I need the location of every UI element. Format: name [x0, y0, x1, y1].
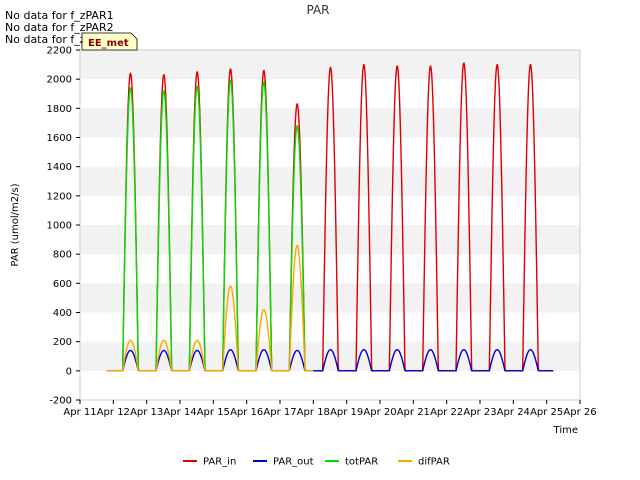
x-tick-label: Apr 24 [497, 407, 530, 418]
legend: PAR_in PAR_out totPAR difPAR [183, 457, 450, 468]
plot-band [80, 137, 580, 167]
legend-label: PAR_out [273, 457, 314, 468]
x-tick-label: Apr 25 [530, 407, 563, 418]
plot-band [80, 254, 580, 284]
y-tick-label: 200 [53, 337, 72, 348]
x-tick-label: Apr 13 [130, 407, 163, 418]
y-tick-label: 600 [53, 279, 72, 290]
y-tick-label: 1600 [47, 133, 72, 144]
plot-band [80, 108, 580, 138]
par-chart: PAR -200 0 200 400 600 800 1000 1200 1400 1600 180… [10, 3, 597, 468]
x-axis-title: Time [553, 425, 578, 436]
y-tick-label: 2200 [47, 46, 72, 57]
y-tick-label: 2000 [47, 75, 72, 86]
x-tick-label: Apr 14 [163, 407, 196, 418]
x-axis-ticks: Apr 11 Apr 12 Apr 13 Apr 14 Apr 15 Apr 16 Apr … [63, 400, 597, 418]
y-tick-label: -200 [49, 396, 72, 407]
site-badge: EE_met [81, 32, 138, 51]
y-tick-label: 800 [53, 250, 72, 261]
site-badge-label: EE_met [88, 38, 129, 49]
plot-band [80, 225, 580, 255]
plot-band [80, 166, 580, 196]
chart-title: PAR [306, 3, 329, 17]
y-tick-label: 400 [53, 308, 72, 319]
x-tick-label: Apr 17 [263, 407, 296, 418]
y-axis-title: PAR (umol/m2/s) [10, 183, 21, 266]
x-tick-label: Apr 21 [397, 407, 430, 418]
y-tick-label: 1000 [47, 221, 72, 232]
plot-band [80, 195, 580, 225]
y-tick-label: 1400 [47, 162, 72, 173]
x-tick-label: Apr 26 [563, 407, 596, 418]
x-tick-label: Apr 22 [430, 407, 463, 418]
y-tick-label: 1800 [47, 104, 72, 115]
x-tick-label: Apr 23 [463, 407, 496, 418]
y-tick-label: 1200 [47, 191, 72, 202]
y-tick-label: 0 [66, 366, 72, 377]
x-tick-label: Apr 18 [297, 407, 330, 418]
x-tick-label: Apr 19 [330, 407, 363, 418]
plot-band [80, 283, 580, 313]
legend-label: totPAR [345, 457, 378, 468]
x-tick-label: Apr 15 [197, 407, 230, 418]
y-axis-ticks: -200 0 200 400 600 800 1000 1200 1400 1600 1800 200… [47, 46, 80, 407]
legend-label: difPAR [418, 457, 450, 468]
x-tick-label: Apr 12 [97, 407, 130, 418]
plot-band [80, 370, 580, 400]
x-tick-label: Apr 20 [363, 407, 396, 418]
x-tick-label: Apr 11 [63, 407, 96, 418]
x-tick-label: Apr 16 [230, 407, 263, 418]
legend-label: PAR_in [203, 457, 236, 468]
plot-band [80, 79, 580, 109]
